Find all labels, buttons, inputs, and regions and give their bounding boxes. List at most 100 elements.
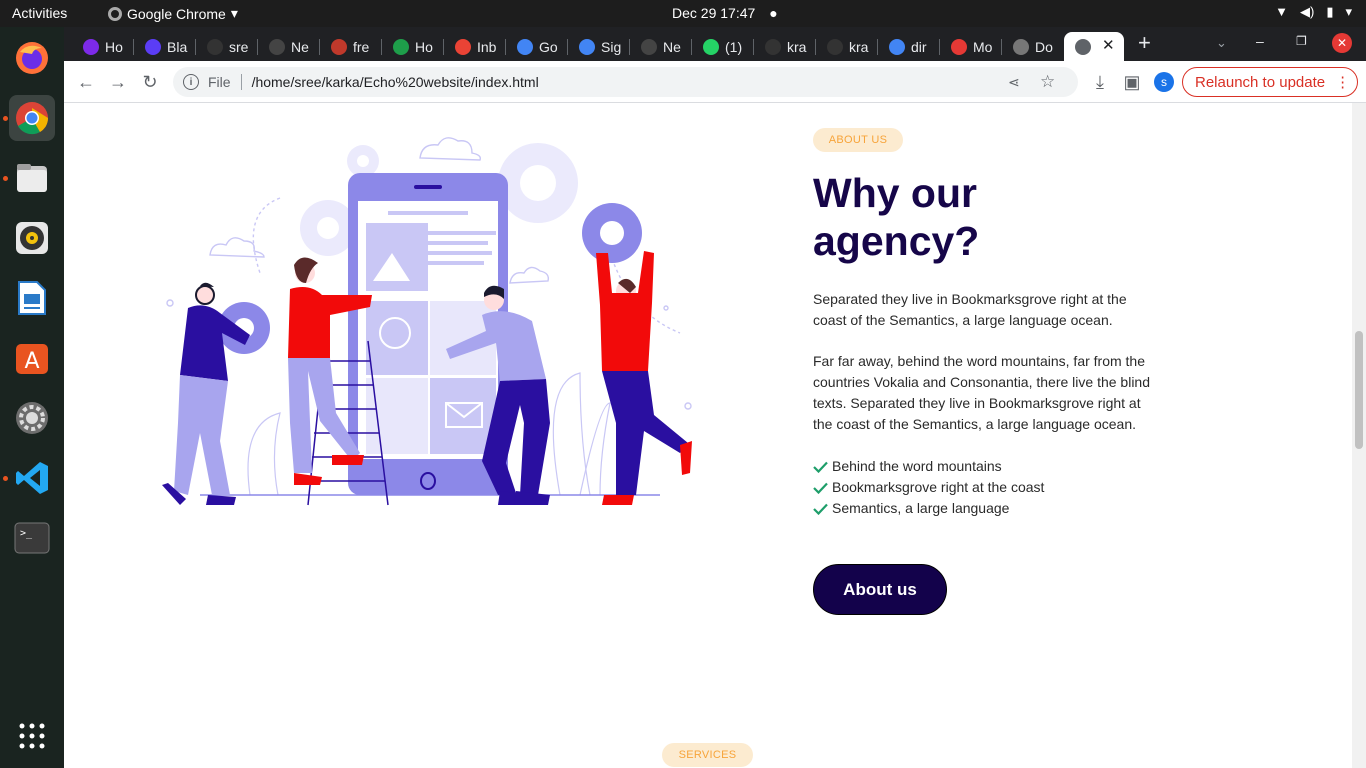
tab-label: kra: [787, 38, 807, 55]
tab-11[interactable]: (1): [692, 32, 754, 61]
tab-13[interactable]: kra: [816, 32, 878, 61]
dock-software[interactable]: A: [9, 335, 55, 381]
chrome-small-icon: [108, 6, 122, 21]
forward-arrow-icon[interactable]: →: [105, 69, 131, 95]
tab-7[interactable]: Inb: [444, 32, 506, 61]
close-tab-icon[interactable]: ✕: [1102, 36, 1115, 54]
globe-icon: [1013, 38, 1029, 55]
bookmark-star-icon[interactable]: ☆: [1040, 72, 1055, 92]
svg-text:>_: >_: [20, 528, 33, 539]
tab-label: Bla: [167, 38, 188, 55]
tab-1[interactable]: Ho: [72, 32, 134, 61]
tab-4[interactable]: Ne: [258, 32, 320, 61]
dock-firefox[interactable]: [9, 35, 55, 81]
back-arrow-icon[interactable]: ←: [73, 69, 99, 95]
globe-icon: [1075, 38, 1091, 55]
url-protocol: File: [208, 74, 231, 90]
address-bar[interactable]: i File /home/sree/karka/Echo%20website/i…: [173, 67, 1078, 97]
tab-17[interactable]: [1064, 32, 1124, 61]
dock-terminal[interactable]: >_: [9, 515, 55, 561]
faq-icon: [393, 38, 409, 55]
side-panel-icon[interactable]: ▣: [1119, 69, 1145, 95]
dock-show-apps[interactable]: [9, 713, 55, 759]
dock-chrome[interactable]: [9, 95, 55, 141]
page-scrollbar[interactable]: [1352, 103, 1366, 768]
dock-files[interactable]: [9, 155, 55, 201]
tab-15[interactable]: Mo: [940, 32, 1002, 61]
tab-14[interactable]: dir: [878, 32, 940, 61]
list-item-label: Bookmarksgrove right at the coast: [832, 479, 1045, 495]
minimize-button[interactable]: –: [1256, 33, 1264, 49]
team-illustration: [162, 137, 692, 506]
maximize-button[interactable]: ❐: [1296, 34, 1307, 48]
tab-search-icon[interactable]: ⌄: [1216, 35, 1227, 51]
intro-paragraph: Separated they live in Bookmarksgrove ri…: [813, 291, 1127, 328]
files-icon: [17, 164, 47, 192]
github-icon: [207, 38, 223, 55]
tab-6[interactable]: Ho: [382, 32, 444, 61]
github-icon: [765, 38, 781, 55]
google-icon: [517, 38, 533, 55]
dock-settings[interactable]: [9, 395, 55, 441]
apps-grid-icon: [19, 723, 45, 749]
reload-icon[interactable]: ↻: [137, 69, 163, 95]
tab-2[interactable]: Bla: [134, 32, 196, 61]
download-icon[interactable]: ⤓: [1087, 69, 1113, 95]
check-icon: [813, 461, 828, 473]
tab-3[interactable]: sre: [196, 32, 258, 61]
browser-toolbar: ← → ↻ i File /home/sree/karka/Echo%20web…: [64, 61, 1366, 103]
github-icon: [827, 38, 843, 55]
url-text[interactable]: /home/sree/karka/Echo%20website/index.ht…: [252, 74, 539, 90]
tab-label: Go: [539, 38, 558, 55]
terminal-icon: >_: [14, 522, 50, 554]
running-indicator: [3, 476, 8, 481]
tab-9[interactable]: Sig: [568, 32, 630, 61]
share-icon[interactable]: ⋖: [1008, 74, 1020, 91]
relaunch-label: Relaunch to update: [1195, 73, 1326, 91]
clock-label: Dec 29 17:47: [672, 5, 756, 21]
about-us-button[interactable]: About us: [813, 564, 947, 615]
info-icon[interactable]: i: [183, 74, 199, 90]
feature-checklist: Behind the word mountains Bookmarksgrove…: [813, 456, 1044, 519]
dock-writer[interactable]: [9, 275, 55, 321]
list-item-label: Behind the word mountains: [832, 458, 1002, 474]
tab-16[interactable]: Do: [1002, 32, 1064, 61]
wifi-icon: ▼: [1275, 4, 1288, 19]
tab-label: Ne: [291, 38, 309, 55]
activities-button[interactable]: Activities: [12, 5, 67, 21]
scrollbar-thumb[interactable]: [1355, 331, 1363, 449]
tab-label: fre: [353, 38, 370, 55]
clock[interactable]: Dec 29 17:47 ●: [672, 5, 778, 21]
whatsapp-icon: [703, 38, 719, 55]
list-item: Bookmarksgrove right at the coast: [813, 477, 1044, 498]
battery-icon: ▮: [1326, 4, 1334, 19]
svg-text:A: A: [24, 349, 39, 374]
new-tab-button[interactable]: +: [1138, 30, 1151, 56]
system-tray[interactable]: ▼ ◀) ▮ ▾: [1275, 4, 1352, 20]
tab-label: dir: [911, 38, 927, 55]
relaunch-button[interactable]: Relaunch to update ⋮: [1182, 67, 1358, 97]
services-badge: SERVICES: [662, 743, 753, 767]
tab-12[interactable]: kra: [754, 32, 816, 61]
tab-5[interactable]: fre: [320, 32, 382, 61]
caret-down-icon: ▾: [230, 5, 238, 21]
profile-avatar[interactable]: s: [1154, 72, 1174, 92]
running-indicator: [3, 116, 8, 121]
tab-label: Ne: [663, 38, 681, 55]
my-icon: [951, 38, 967, 55]
system-top-bar: Activities Google Chrome ▾ Dec 29 17:47 …: [0, 0, 1366, 27]
tab-8[interactable]: Go: [506, 32, 568, 61]
tab-strip: Ho Bla sre Ne fre Ho Inb Go Sig Ne (1) kra kra dir Mo D…: [64, 27, 1366, 61]
dock-vscode[interactable]: [9, 455, 55, 501]
tab-10[interactable]: Ne: [630, 32, 692, 61]
tab-label: (1): [725, 38, 743, 55]
tab-label: Sig: [601, 38, 622, 55]
app-menu[interactable]: Google Chrome ▾: [108, 5, 238, 22]
dock-rhythmbox[interactable]: [9, 215, 55, 261]
dock: A >_: [0, 27, 64, 768]
close-window-button[interactable]: ✕: [1332, 33, 1352, 53]
tab-label: Inb: [477, 38, 497, 55]
about-us-badge: ABOUT US: [813, 128, 903, 152]
tab-label: Mo: [973, 38, 993, 55]
volume-icon: ◀): [1299, 4, 1315, 19]
